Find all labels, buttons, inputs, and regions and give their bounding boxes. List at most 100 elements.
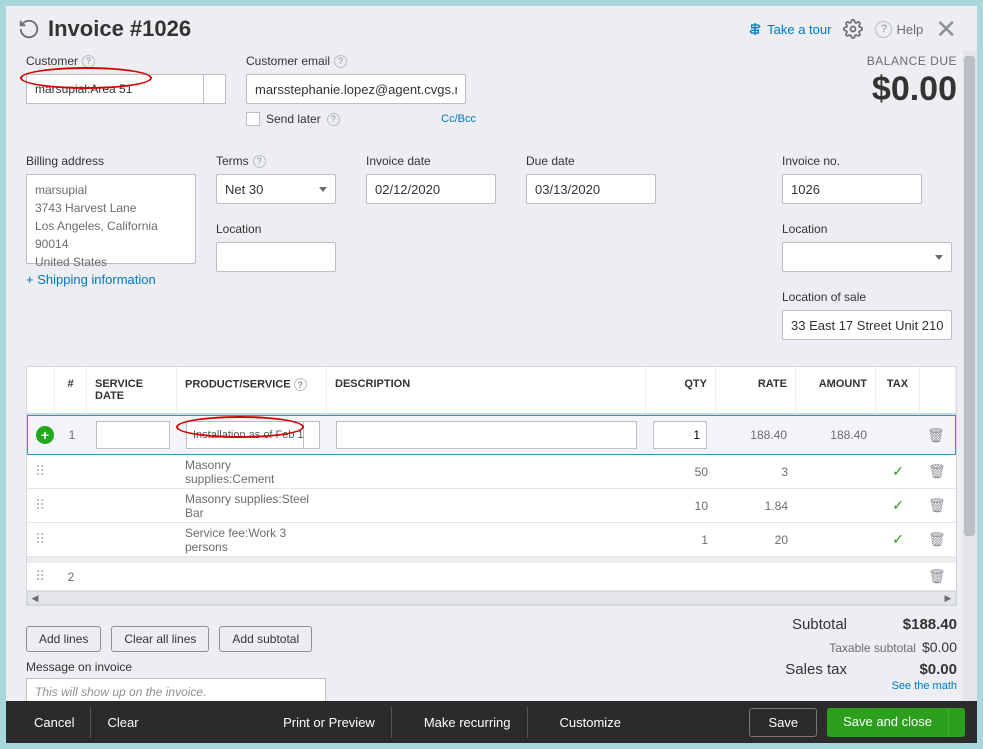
clear-button[interactable]: Clear bbox=[91, 707, 154, 738]
help-link[interactable]: ? Help bbox=[875, 21, 923, 38]
take-tour-label: Take a tour bbox=[767, 22, 831, 37]
help-icon[interactable]: ? bbox=[253, 155, 266, 168]
terms-block: Terms ? Net 30 Location bbox=[216, 154, 346, 340]
horizontal-scrollbar[interactable]: ◀ ▶ bbox=[27, 591, 956, 605]
drag-icon[interactable]: ⠿ bbox=[35, 568, 43, 584]
billing-block: Billing address marsupial 3743 Harvest L… bbox=[26, 154, 196, 340]
balance-due-amount: $0.00 bbox=[867, 70, 957, 109]
chevron-down-icon bbox=[319, 187, 327, 192]
invoice-date-block: Invoice date bbox=[366, 154, 506, 340]
location2-label: Location bbox=[782, 222, 957, 236]
send-later-label: Send later bbox=[266, 112, 321, 126]
scrollbar-thumb[interactable] bbox=[964, 56, 975, 536]
billing-label: Billing address bbox=[26, 154, 196, 168]
product-select[interactable]: Installation as of Feb 12 bbox=[186, 421, 320, 449]
balance-due-block: BALANCE DUE $0.00 bbox=[867, 54, 957, 126]
customer-email-label: Customer email ? bbox=[246, 54, 476, 68]
description-input[interactable] bbox=[336, 421, 637, 449]
take-tour-link[interactable]: Take a tour bbox=[747, 21, 831, 37]
drag-icon[interactable]: ⠿ bbox=[35, 497, 43, 513]
table-row[interactable]: ⠿ Service fee:Work 3 persons 1 20 ✓ 🗑 bbox=[27, 523, 956, 557]
customer-value: marsupial:Area 51 bbox=[35, 82, 132, 96]
form-content: Customer ? marsupial:Area 51 Customer em… bbox=[6, 50, 977, 701]
customer-email-input[interactable] bbox=[246, 74, 466, 104]
grid-header: # SERVICE DATE PRODUCT/SERVICE ? DESCRIP… bbox=[27, 367, 956, 415]
save-and-close-button[interactable]: Save and close bbox=[827, 708, 948, 737]
table-row[interactable]: + 1 Installation as of Feb 12 188.40 188… bbox=[27, 415, 956, 455]
invoice-date-input[interactable] bbox=[366, 174, 496, 204]
trash-icon[interactable]: 🗑 bbox=[928, 497, 946, 513]
save-dropdown-button[interactable] bbox=[948, 708, 965, 737]
message-textarea[interactable]: This will show up on the invoice. bbox=[26, 678, 326, 701]
close-icon[interactable]: ✕ bbox=[935, 16, 957, 42]
service-date-input[interactable] bbox=[96, 421, 170, 449]
help-icon[interactable]: ? bbox=[327, 113, 340, 126]
save-button[interactable]: Save bbox=[749, 708, 817, 737]
table-row[interactable]: ⠿ 2 🗑 bbox=[27, 557, 956, 591]
due-date-input[interactable] bbox=[526, 174, 656, 204]
terms-select[interactable]: Net 30 bbox=[216, 174, 336, 204]
bottom-action-bar: Cancel Clear Print or Preview Make recur… bbox=[6, 701, 977, 743]
taxable-label: Taxable subtotal bbox=[829, 641, 916, 655]
due-date-label: Due date bbox=[526, 154, 666, 168]
vertical-scrollbar[interactable] bbox=[963, 50, 977, 701]
trash-icon[interactable]: 🗑 bbox=[927, 427, 945, 443]
location-input[interactable] bbox=[216, 242, 336, 272]
subtotal-value: $188.40 bbox=[877, 616, 957, 633]
location-label: Location bbox=[216, 222, 346, 236]
customer-label: Customer ? bbox=[26, 54, 226, 68]
subtotal-label: Subtotal bbox=[792, 616, 847, 633]
customer-email-block: Customer email ? Send later ? Cc/Bcc bbox=[246, 54, 476, 126]
customer-select[interactable]: marsupial:Area 51 bbox=[26, 74, 226, 104]
chevron-down-icon[interactable] bbox=[304, 421, 320, 449]
invoice-no-input[interactable] bbox=[782, 174, 922, 204]
billing-address-textarea[interactable]: marsupial 3743 Harvest Lane Los Angeles,… bbox=[26, 174, 196, 264]
add-subtotal-button[interactable]: Add subtotal bbox=[219, 626, 312, 652]
taxable-value: $0.00 bbox=[922, 639, 957, 655]
invoice-no-label: Invoice no. bbox=[782, 154, 957, 168]
make-recurring-button[interactable]: Make recurring bbox=[408, 707, 528, 738]
help-icon: ? bbox=[875, 21, 892, 38]
drag-icon[interactable]: ⠿ bbox=[35, 463, 43, 479]
terms-label: Terms ? bbox=[216, 154, 346, 168]
table-row[interactable]: ⠿ Masonry supplies:Steel Bar 10 1.84 ✓ 🗑 bbox=[27, 489, 956, 523]
add-icon[interactable]: + bbox=[36, 426, 54, 444]
check-icon: ✓ bbox=[892, 463, 904, 479]
due-date-block: Due date bbox=[526, 154, 666, 340]
trash-icon[interactable]: 🗑 bbox=[928, 568, 946, 584]
add-lines-button[interactable]: Add lines bbox=[26, 626, 101, 652]
history-icon[interactable] bbox=[18, 18, 40, 40]
location-sale-label: Location of sale bbox=[782, 290, 957, 304]
send-later-checkbox[interactable] bbox=[246, 112, 260, 126]
invoice-date-label: Invoice date bbox=[366, 154, 506, 168]
shipping-info-link[interactable]: + Shipping information bbox=[26, 272, 196, 287]
salestax-value: $0.00 bbox=[877, 661, 957, 678]
cancel-button[interactable]: Cancel bbox=[18, 707, 91, 738]
invoice-no-block: Invoice no. Location Location of sale bbox=[782, 154, 957, 340]
location2-select[interactable] bbox=[782, 242, 952, 272]
drag-icon[interactable]: ⠿ bbox=[35, 531, 43, 547]
chevron-down-icon[interactable] bbox=[204, 74, 226, 104]
chevron-down-icon bbox=[935, 255, 943, 260]
help-icon[interactable]: ? bbox=[82, 55, 95, 68]
balance-due-label: BALANCE DUE bbox=[867, 54, 957, 68]
clear-all-lines-button[interactable]: Clear all lines bbox=[111, 626, 209, 652]
location-sale-input[interactable] bbox=[782, 310, 952, 340]
title-bar: Invoice #1026 Take a tour ? Help ✕ bbox=[6, 6, 977, 50]
table-row[interactable]: ⠿ Masonry supplies:Cement 50 3 ✓ 🗑 bbox=[27, 455, 956, 489]
check-icon: ✓ bbox=[892, 497, 904, 513]
page-title: Invoice #1026 bbox=[48, 16, 191, 42]
qty-input[interactable] bbox=[653, 421, 707, 449]
gear-icon[interactable] bbox=[843, 19, 863, 39]
print-preview-button[interactable]: Print or Preview bbox=[267, 707, 392, 738]
signpost-icon bbox=[747, 21, 763, 37]
customize-button[interactable]: Customize bbox=[544, 707, 637, 738]
salestax-label: Sales tax bbox=[785, 661, 847, 678]
help-icon[interactable]: ? bbox=[334, 55, 347, 68]
ccbcc-link[interactable]: Cc/Bcc bbox=[441, 113, 476, 125]
see-math-link[interactable]: See the math bbox=[892, 680, 957, 692]
message-label: Message on invoice bbox=[26, 660, 326, 674]
trash-icon[interactable]: 🗑 bbox=[928, 531, 946, 547]
trash-icon[interactable]: 🗑 bbox=[928, 463, 946, 479]
help-icon[interactable]: ? bbox=[294, 378, 307, 391]
